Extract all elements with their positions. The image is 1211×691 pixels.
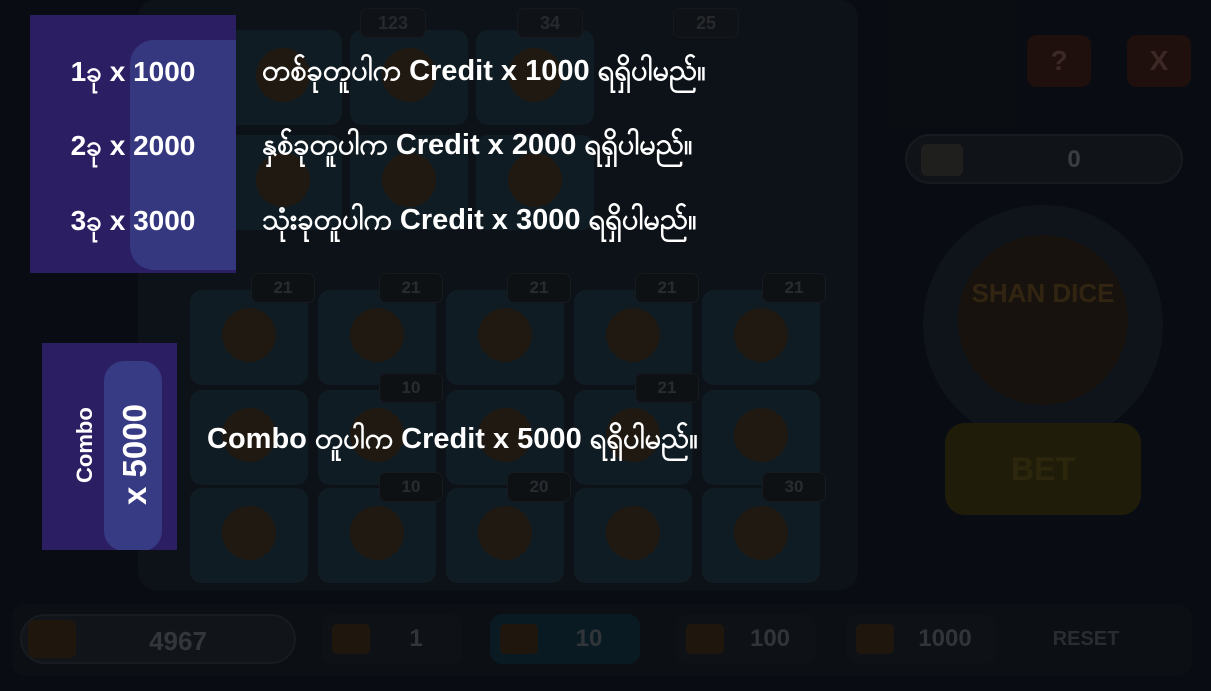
multiplier-2: 2ခု x 2000 — [70, 130, 196, 161]
rule-three-match: သုံးခုတူပါက Credit x 3000 ရရှိပါမည်။ — [262, 204, 697, 236]
combo-panel: Combo x 5000 — [42, 343, 177, 550]
combo-multiplier: x 5000 — [116, 404, 153, 505]
rule-two-match: နှစ်ခုတူပါက Credit x 2000 ရရှိပါမည်။ — [262, 129, 693, 161]
multiplier-panel: 1ခု x 1000 2ခု x 2000 3ခု x 3000 — [30, 15, 236, 273]
rule-one-match: တစ်ခုတူပါက Credit x 1000 ရရှိပါမည်။ — [262, 55, 706, 87]
multiplier-1: 1ခု x 1000 — [70, 56, 196, 87]
multiplier-3: 3ခု x 3000 — [70, 205, 196, 236]
combo-label: Combo — [72, 407, 97, 483]
rule-combo: Combo တူပါက Credit x 5000 ရရှိပါမည်။ — [207, 423, 698, 455]
